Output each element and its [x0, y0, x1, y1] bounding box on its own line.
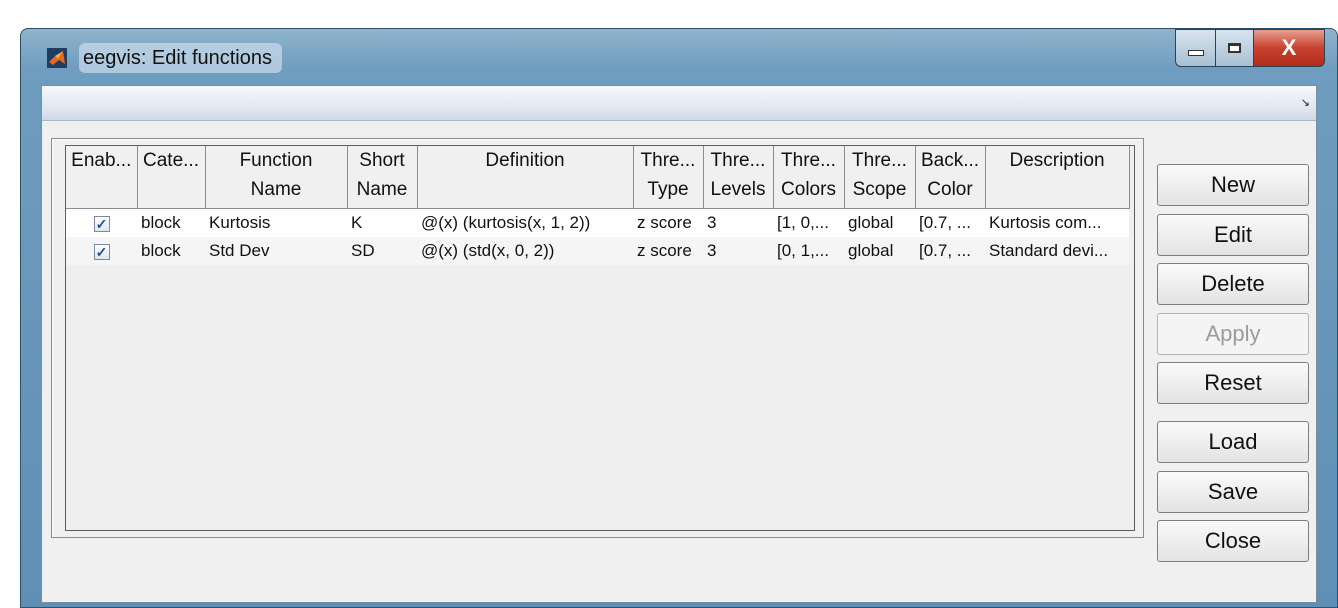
- description-cell[interactable]: Standard devi...: [985, 237, 1129, 265]
- window-title: eegvis: Edit functions: [79, 43, 282, 73]
- threshold-colors-cell[interactable]: [0, 1,...: [773, 237, 844, 265]
- column-header-threshold-scope[interactable]: Thre... Scope: [844, 146, 916, 209]
- threshold-colors-cell[interactable]: [1, 0,...: [773, 208, 844, 237]
- edit-functions-window: eegvis: Edit functions X ↘ Enab... Cate.…: [20, 28, 1338, 608]
- maximize-icon: [1228, 43, 1241, 53]
- threshold-type-cell[interactable]: z score: [633, 237, 703, 265]
- edit-button[interactable]: Edit: [1157, 214, 1309, 256]
- category-cell[interactable]: block: [137, 237, 205, 265]
- column-header-category[interactable]: Cate...: [137, 146, 206, 209]
- column-header-background-color[interactable]: Back... Color: [915, 146, 986, 209]
- apply-button[interactable]: Apply: [1157, 313, 1309, 355]
- category-cell[interactable]: block: [137, 208, 205, 237]
- column-header-short-name[interactable]: Short Name: [347, 146, 418, 209]
- reset-button[interactable]: Reset: [1157, 362, 1309, 404]
- definition-cell[interactable]: @(x) (std(x, 0, 2)): [417, 237, 633, 265]
- close-window-button[interactable]: X: [1253, 29, 1325, 67]
- enabled-cell[interactable]: ✓: [66, 208, 137, 237]
- column-header-threshold-colors[interactable]: Thre... Colors: [773, 146, 845, 209]
- threshold-levels-cell[interactable]: 3: [703, 237, 773, 265]
- function-name-cell[interactable]: Kurtosis: [205, 208, 347, 237]
- functions-table-area[interactable]: Enab... Cate... Function Name Short Name D…: [65, 145, 1135, 531]
- load-button[interactable]: Load: [1157, 421, 1309, 463]
- title-bar[interactable]: eegvis: Edit functions X: [21, 29, 1337, 85]
- threshold-levels-cell[interactable]: 3: [703, 208, 773, 237]
- toolbar-strip: ↘: [42, 86, 1316, 121]
- threshold-type-cell[interactable]: z score: [633, 208, 703, 237]
- close-button[interactable]: Close: [1157, 520, 1309, 562]
- short-name-cell[interactable]: SD: [347, 237, 417, 265]
- threshold-scope-cell[interactable]: global: [844, 208, 915, 237]
- column-header-description[interactable]: Description: [985, 146, 1130, 209]
- column-header-definition[interactable]: Definition: [417, 146, 634, 209]
- delete-button[interactable]: Delete: [1157, 263, 1309, 305]
- table-row[interactable]: ✓ block Kurtosis K @(x) (kurtosis(x, 1, …: [66, 208, 1129, 237]
- functions-table: Enab... Cate... Function Name Short Name D…: [66, 146, 1130, 265]
- enabled-checkbox[interactable]: ✓: [93, 243, 110, 260]
- save-button[interactable]: Save: [1157, 471, 1309, 513]
- definition-cell[interactable]: @(x) (kurtosis(x, 1, 2)): [417, 208, 633, 237]
- matlab-logo-icon: [47, 48, 67, 68]
- table-row[interactable]: ✓ block Std Dev SD @(x) (std(x, 0, 2)) z…: [66, 237, 1129, 265]
- maximize-button[interactable]: [1215, 29, 1253, 67]
- table-header-row: Enab... Cate... Function Name Short Name D…: [66, 146, 1130, 209]
- minimize-button[interactable]: [1175, 29, 1215, 67]
- column-header-function-name[interactable]: Function Name: [205, 146, 348, 209]
- new-button[interactable]: New: [1157, 164, 1309, 206]
- minimize-icon: [1187, 50, 1204, 56]
- description-cell[interactable]: Kurtosis com...: [985, 208, 1129, 237]
- short-name-cell[interactable]: K: [347, 208, 417, 237]
- window-controls: X: [1175, 29, 1325, 69]
- dock-icon[interactable]: ↘: [1301, 96, 1310, 109]
- background-color-cell[interactable]: [0.7, ...: [915, 237, 985, 265]
- client-area: ↘ Enab... Cate... Function Name Short Na…: [41, 85, 1317, 603]
- column-header-enabled[interactable]: Enab...: [66, 146, 138, 209]
- enabled-cell[interactable]: ✓: [66, 237, 137, 265]
- column-header-threshold-type[interactable]: Thre... Type: [633, 146, 704, 209]
- function-name-cell[interactable]: Std Dev: [205, 237, 347, 265]
- threshold-scope-cell[interactable]: global: [844, 237, 915, 265]
- background-color-cell[interactable]: [0.7, ...: [915, 208, 985, 237]
- enabled-checkbox[interactable]: ✓: [93, 215, 110, 232]
- column-header-threshold-levels[interactable]: Thre... Levels: [703, 146, 774, 209]
- close-icon: X: [1281, 35, 1297, 60]
- table-panel: Enab... Cate... Function Name Short Name D…: [51, 138, 1144, 538]
